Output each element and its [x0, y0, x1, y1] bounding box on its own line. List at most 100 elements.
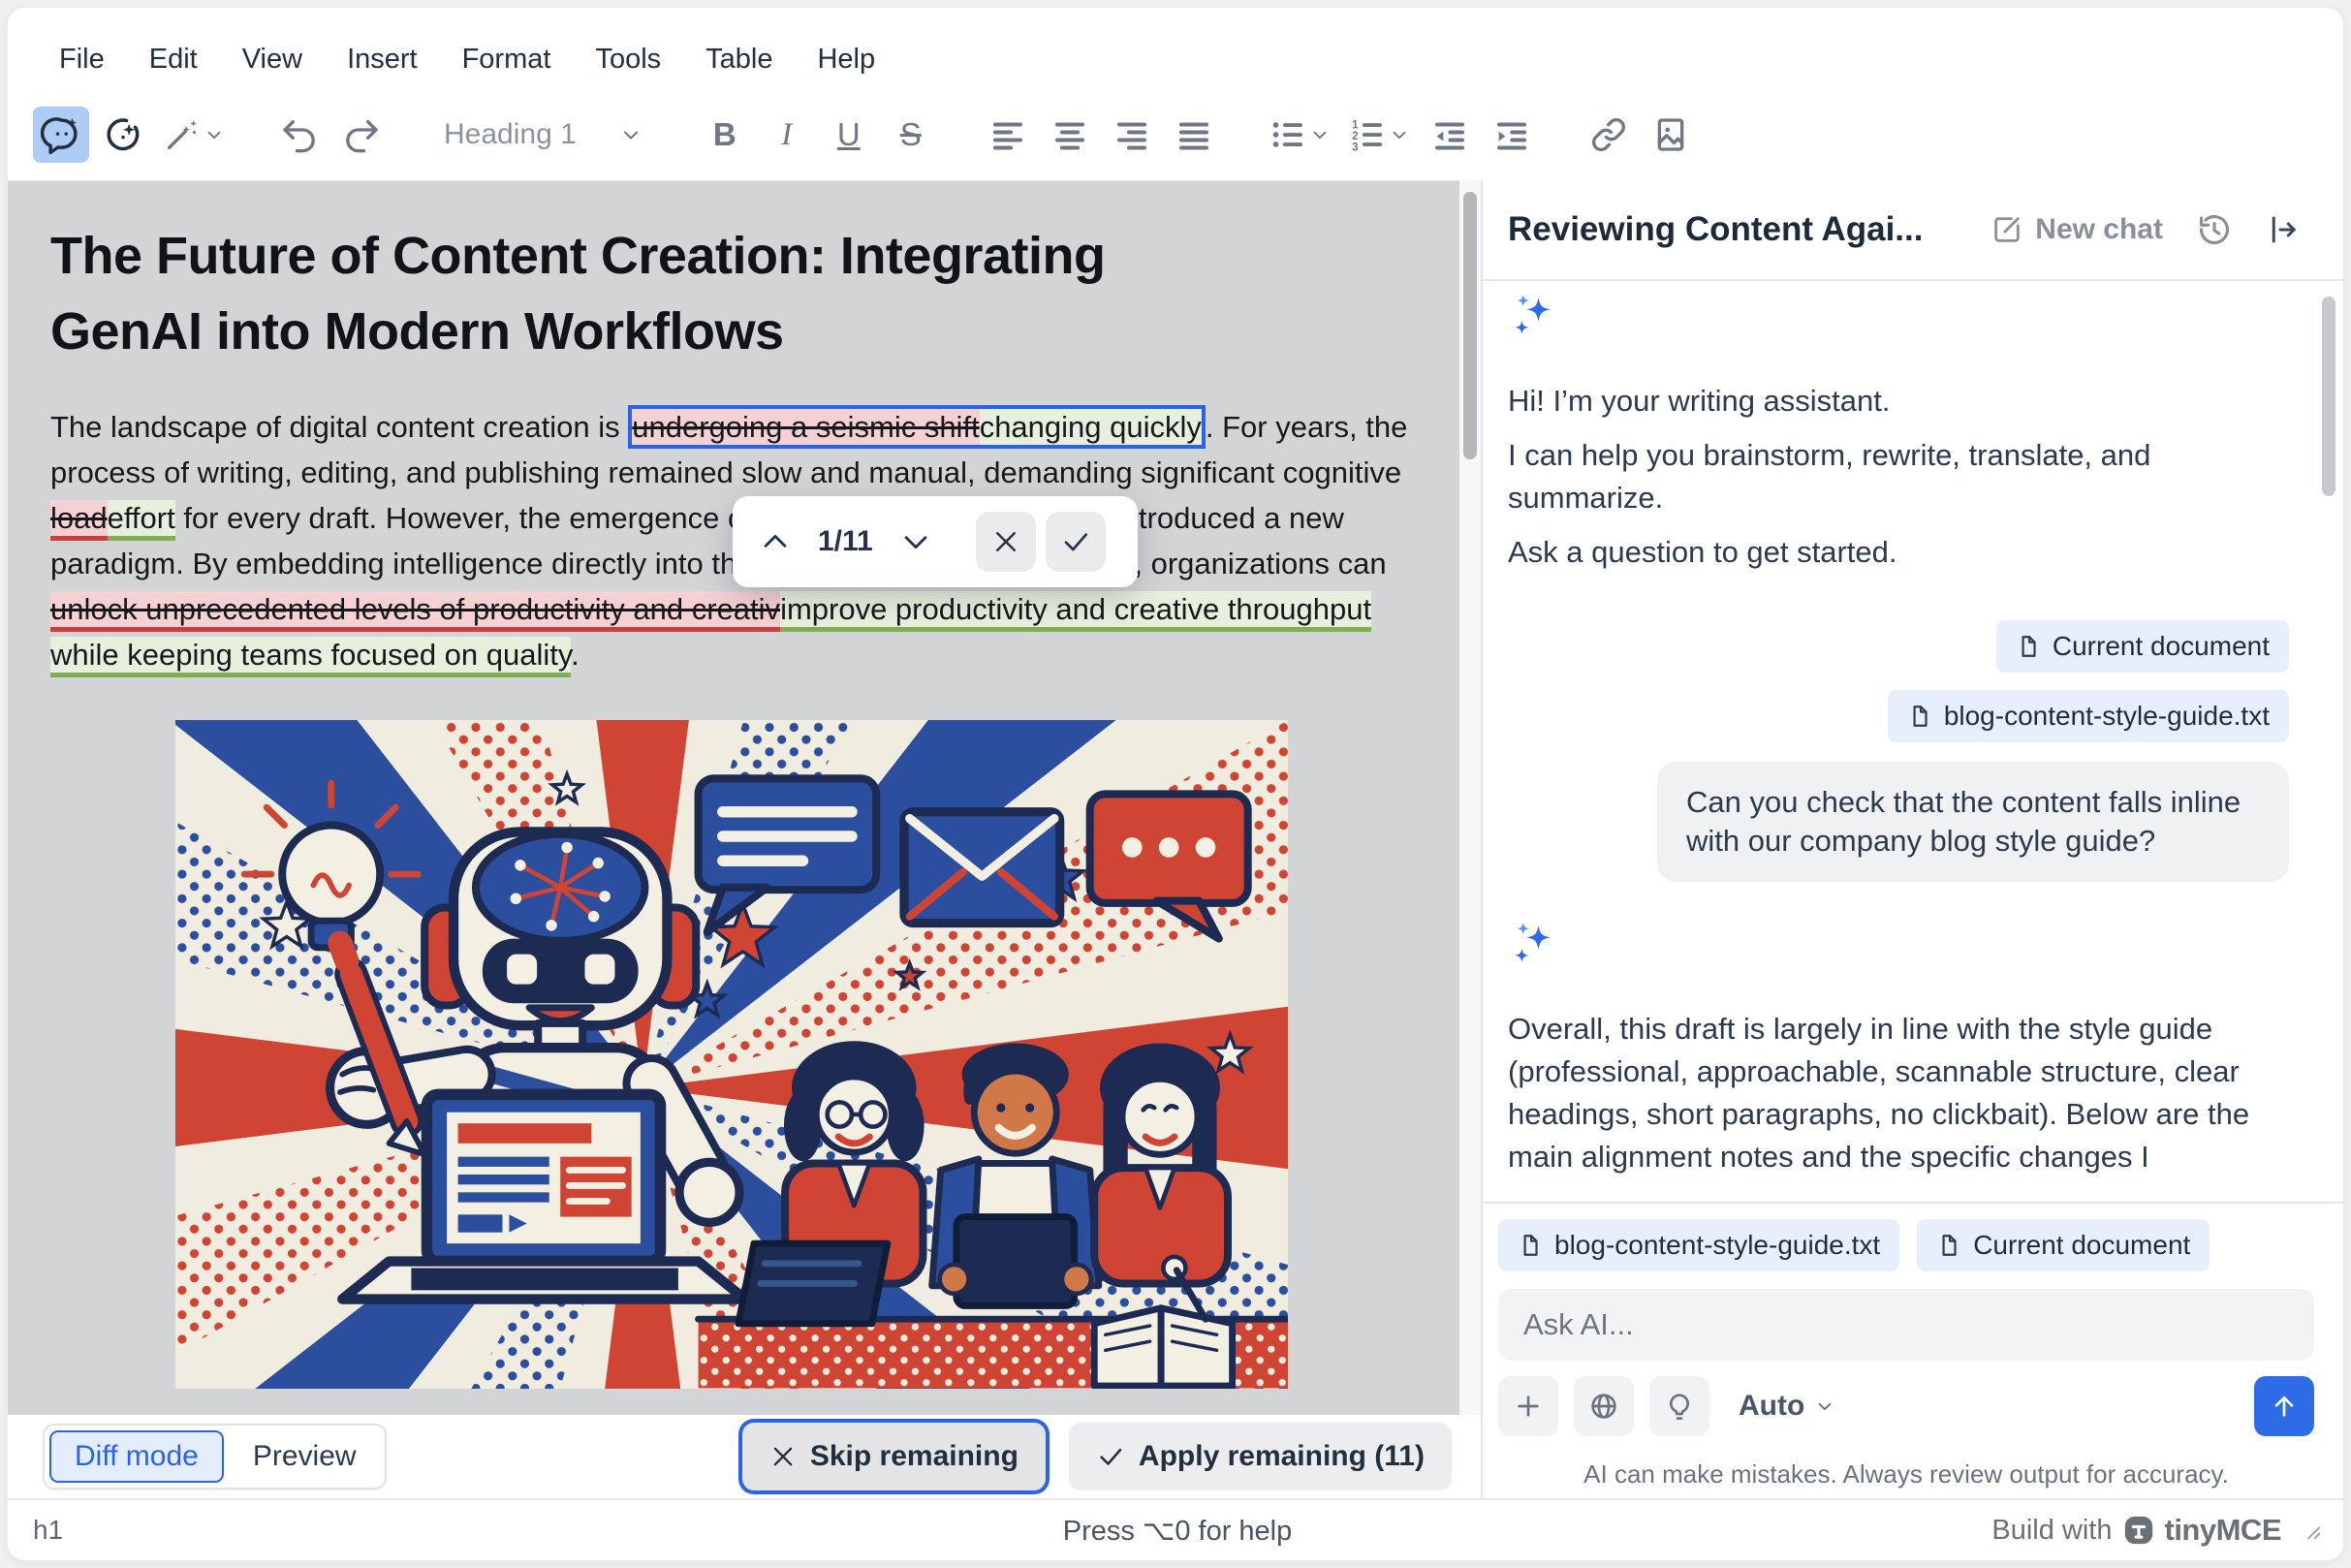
- diff-del-segment[interactable]: undergoing a seismic shift: [632, 409, 979, 445]
- help-shortcut-text: Press ⌥0 for help: [440, 1514, 1915, 1548]
- chevron-down-icon: [1389, 124, 1410, 145]
- reject-change-button[interactable]: [976, 512, 1036, 572]
- align-right-icon: [1113, 115, 1151, 154]
- document-image[interactable]: [175, 720, 1288, 1389]
- menu-edit[interactable]: Edit: [127, 34, 220, 85]
- menu-format[interactable]: Format: [440, 34, 574, 85]
- chat-transcript[interactable]: Hi! I’m your writing assistant. I can he…: [1483, 281, 2343, 1202]
- model-value: Auto: [1739, 1390, 1804, 1423]
- numbered-list-button[interactable]: 123: [1342, 107, 1416, 163]
- paragraph-text: .: [571, 638, 580, 672]
- composer-chip-style-guide[interactable]: blog-content-style-guide.txt: [1498, 1219, 1899, 1271]
- element-path[interactable]: h1: [33, 1515, 440, 1546]
- bold-button[interactable]: B: [697, 107, 753, 163]
- redo-button[interactable]: [333, 107, 390, 163]
- context-chip-current-document[interactable]: Current document: [1996, 620, 2289, 673]
- accept-change-button[interactable]: [1046, 512, 1106, 572]
- context-chip-style-guide[interactable]: blog-content-style-guide.txt: [1888, 690, 2289, 742]
- undo-button[interactable]: [271, 107, 328, 163]
- skip-remaining-label: Skip remaining: [810, 1440, 1019, 1473]
- diff-mode-toggle[interactable]: Diff mode: [49, 1430, 224, 1483]
- ask-ai-input[interactable]: [1498, 1289, 2314, 1361]
- svg-text:3: 3: [1352, 141, 1359, 154]
- check-icon: [1096, 1442, 1125, 1471]
- next-change-button[interactable]: [889, 515, 943, 569]
- composer-chip-current-document[interactable]: Current document: [1917, 1219, 2210, 1271]
- diff-ins-segment[interactable]: effort: [108, 500, 175, 541]
- model-select[interactable]: Auto: [1739, 1390, 1835, 1423]
- ai-sparkles-icon: [1508, 917, 1560, 969]
- indent-button[interactable]: [1484, 107, 1540, 163]
- chip-label: Current document: [1973, 1230, 2190, 1261]
- apply-remaining-label: Apply remaining (11): [1139, 1440, 1425, 1473]
- diff-ins-segment[interactable]: changing quickly: [980, 409, 1202, 445]
- undo-icon: [280, 115, 319, 154]
- menu-tools[interactable]: Tools: [573, 34, 683, 85]
- current-diff-selection[interactable]: undergoing a seismic shiftchanging quick…: [628, 405, 1206, 449]
- chat-scrollbar-thumb[interactable]: [2322, 297, 2335, 496]
- preview-label: Preview: [253, 1440, 357, 1473]
- previous-change-button[interactable]: [748, 515, 802, 569]
- bold-glyph: B: [713, 116, 737, 153]
- suggestions-button[interactable]: [1649, 1376, 1709, 1436]
- bullet-list-icon: [1269, 115, 1307, 154]
- underline-button[interactable]: U: [821, 107, 877, 163]
- justify-button[interactable]: [1166, 107, 1222, 163]
- chat-history-button[interactable]: [2196, 211, 2233, 248]
- chip-label: blog-content-style-guide.txt: [1554, 1230, 1880, 1261]
- brand-name[interactable]: tinyMCE: [2165, 1513, 2282, 1548]
- tinymce-logo-icon: [2122, 1514, 2155, 1547]
- align-left-icon: [988, 115, 1027, 154]
- add-attachment-button[interactable]: [1498, 1376, 1558, 1436]
- image-button[interactable]: [1643, 107, 1699, 163]
- menu-insert[interactable]: Insert: [325, 34, 440, 85]
- link-icon: [1589, 115, 1628, 154]
- ai-sparkles-icon: [1508, 289, 1560, 341]
- italic-button[interactable]: I: [759, 107, 815, 163]
- document-icon: [2016, 634, 2041, 659]
- menu-help[interactable]: Help: [795, 34, 897, 85]
- preview-toggle[interactable]: Preview: [230, 1430, 380, 1483]
- chip-label: blog-content-style-guide.txt: [1944, 701, 2270, 732]
- diff-del-segment[interactable]: unlock unprecedented levels of productiv…: [50, 591, 780, 632]
- chevron-down-icon: [1814, 1396, 1835, 1417]
- collapse-panel-button[interactable]: [2266, 212, 2301, 247]
- bullet-list-button[interactable]: [1263, 107, 1336, 163]
- indent-icon: [1492, 115, 1531, 154]
- align-center-button[interactable]: [1042, 107, 1098, 163]
- resize-grip[interactable]: [2301, 1520, 2322, 1541]
- paragraph-text: for every draft. However, the emergence …: [50, 501, 1387, 580]
- plus-icon: [1513, 1391, 1544, 1422]
- menu-view[interactable]: View: [220, 34, 325, 85]
- strikethrough-button[interactable]: S: [883, 107, 939, 163]
- document-icon: [1936, 1233, 1961, 1258]
- apply-remaining-button[interactable]: Apply remaining (11): [1069, 1423, 1452, 1490]
- editor-scrollbar-thumb[interactable]: [1463, 192, 1477, 459]
- skip-remaining-button[interactable]: Skip remaining: [742, 1423, 1046, 1490]
- send-button[interactable]: [2254, 1376, 2314, 1436]
- align-right-button[interactable]: [1104, 107, 1160, 163]
- diff-del-segment[interactable]: load: [50, 500, 108, 541]
- ai-shortcuts-icon: [103, 114, 143, 155]
- menu-file[interactable]: File: [37, 34, 127, 85]
- outdent-button[interactable]: [1422, 107, 1478, 163]
- link-button[interactable]: [1581, 107, 1637, 163]
- editor-scrollbar[interactable]: [1459, 180, 1481, 1415]
- block-format-select[interactable]: Heading 1: [430, 107, 656, 163]
- new-chat-button[interactable]: New chat: [1991, 213, 2163, 246]
- ai-tools-button[interactable]: [157, 107, 231, 163]
- change-counter: 1/11: [818, 525, 873, 558]
- numbered-list-icon: 123: [1348, 115, 1387, 154]
- align-left-button[interactable]: [980, 107, 1036, 163]
- main-area: The Future of Content Creation: Integrat…: [8, 180, 2343, 1498]
- ai-assistant-panel: Reviewing Content Agai... New chat: [1483, 180, 2343, 1498]
- conversation-title: Reviewing Content Agai...: [1508, 210, 1958, 249]
- genai-workflow-illustration: [175, 720, 1288, 1389]
- web-search-button[interactable]: [1574, 1376, 1634, 1436]
- menu-table[interactable]: Table: [683, 34, 795, 85]
- document-canvas[interactable]: The Future of Content Creation: Integrat…: [8, 180, 1459, 1415]
- ai-chat-button[interactable]: [33, 107, 89, 163]
- document-title[interactable]: The Future of Content Creation: Integrat…: [50, 218, 1175, 369]
- ai-shortcuts-button[interactable]: [95, 107, 151, 163]
- editor-pane: The Future of Content Creation: Integrat…: [8, 180, 1483, 1498]
